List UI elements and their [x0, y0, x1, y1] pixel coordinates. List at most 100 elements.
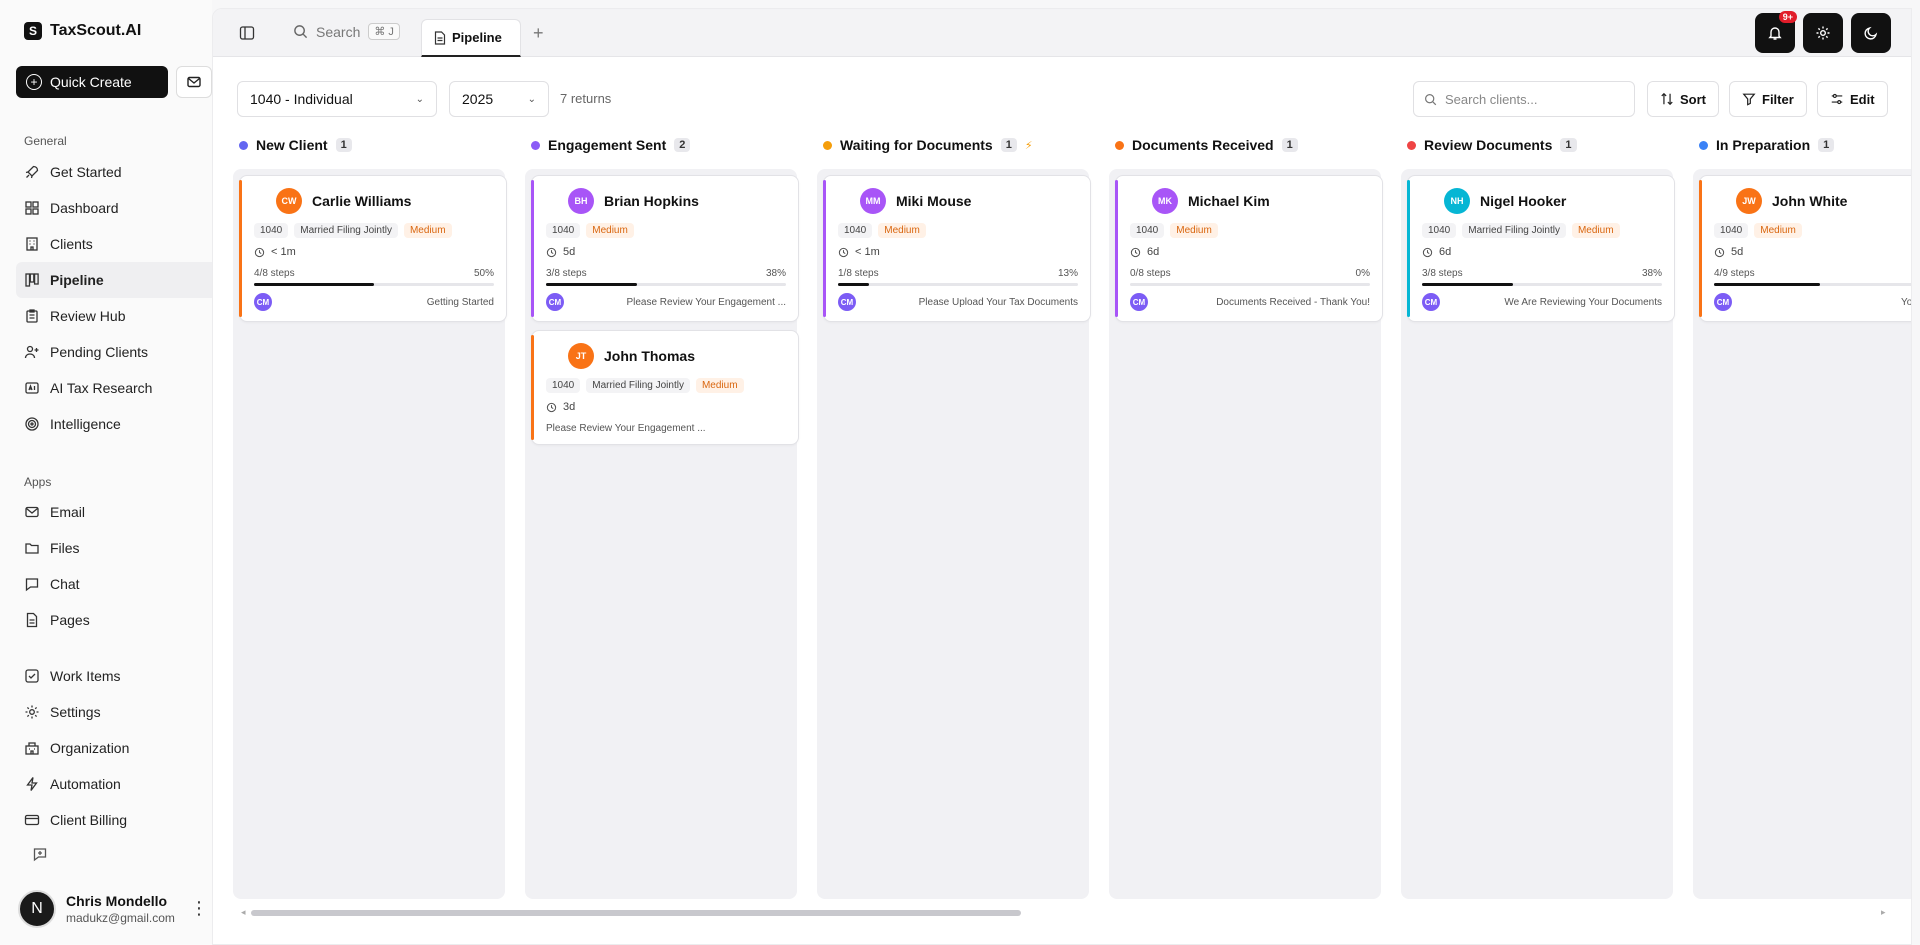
column-header[interactable]: Engagement Sent 2 [525, 133, 797, 157]
year-value: 2025 [462, 91, 494, 107]
column-header[interactable]: Documents Received 1 [1109, 133, 1381, 157]
user-email: madukz@gmail.com [66, 911, 175, 925]
column-count: 1 [1000, 138, 1017, 152]
sidebar-item-chat[interactable]: Chat [16, 566, 212, 602]
horizontal-scrollbar[interactable]: ◂ ▸ [241, 907, 1891, 919]
client-name: Carlie Williams [312, 193, 412, 209]
column-title: Engagement Sent [548, 137, 667, 153]
progress-fill [1422, 283, 1514, 286]
admin-nav: Work Items Settings Organization Automat… [16, 658, 212, 838]
priority-badge: Medium [1170, 223, 1218, 238]
sidebar-toggle-icon[interactable] [239, 25, 255, 41]
sidebar-item-work-items[interactable]: Work Items [16, 658, 212, 694]
sidebar-item-automation[interactable]: Automation [16, 766, 212, 802]
client-card[interactable]: CW Carlie Williams 1040 Married Filing Jo… [239, 175, 507, 322]
client-card[interactable]: JT John Thomas 1040 Married Filing Jointl… [531, 330, 799, 445]
client-avatar: MK [1152, 188, 1178, 214]
sidebar-item-clients[interactable]: Clients [16, 226, 212, 262]
assignee-avatar[interactable]: CM [254, 293, 272, 311]
column-header[interactable]: Waiting for Documents 1 ⚡ [817, 133, 1089, 157]
document-icon [24, 612, 40, 628]
column-review-documents: Review Documents 1 NH Nigel Hooker 1040 M… [1401, 133, 1675, 903]
status-text: Please Review Your Engagement ... [546, 423, 706, 434]
sidebar-item-get-started[interactable]: Get Started [16, 154, 212, 190]
column-body: CW Carlie Williams 1040 Married Filing Jo… [233, 169, 507, 899]
theme-toggle-button[interactable] [1851, 13, 1891, 53]
sidebar-item-intelligence[interactable]: Intelligence [16, 406, 212, 442]
filter-button[interactable]: Filter [1729, 81, 1807, 117]
scroll-right-icon[interactable]: ▸ [1881, 907, 1886, 918]
client-card[interactable]: MK Michael Kim 1040 Medium 6d 0/8 steps … [1115, 175, 1383, 322]
column-header[interactable]: New Client 1 [233, 133, 505, 157]
elapsed-time: 5d [1714, 246, 1911, 258]
more-vertical-icon[interactable]: ⋮ [190, 898, 208, 919]
search-clients-placeholder: Search clients... [1445, 91, 1538, 107]
priority-badge: Medium [878, 223, 926, 238]
global-search[interactable]: Search ⌘ J [293, 23, 400, 40]
client-card[interactable]: NH Nigel Hooker 1040 Married Filing Joint… [1407, 175, 1675, 322]
client-card[interactable]: BH Brian Hopkins 1040 Medium 5d 3/8 step… [531, 175, 799, 322]
user-plus-icon [24, 344, 40, 360]
chevron-down-icon: ⌄ [527, 93, 536, 105]
column-title: Documents Received [1132, 137, 1274, 153]
sidebar-item-files[interactable]: Files [16, 530, 212, 566]
assignee-avatar[interactable]: CM [1714, 293, 1732, 311]
client-name: Michael Kim [1188, 193, 1270, 209]
add-tab-button[interactable]: + [533, 23, 544, 44]
tab-pipeline[interactable]: Pipeline [421, 19, 521, 57]
assignee-avatar[interactable]: CM [1130, 293, 1148, 311]
sidebar-item-email[interactable]: Email [16, 494, 212, 530]
feedback-icon[interactable] [32, 846, 48, 862]
column-title: In Preparation [1716, 137, 1811, 153]
form-type-value: 1040 - Individual [250, 91, 353, 107]
building-icon [24, 236, 40, 252]
edit-button[interactable]: Edit [1817, 81, 1888, 117]
sidebar-item-pipeline[interactable]: Pipeline [16, 262, 212, 298]
assignee-avatar[interactable]: CM [838, 293, 856, 311]
scrollbar-thumb[interactable] [251, 910, 1021, 916]
status-text: Please Upload Your Tax Documents [918, 296, 1078, 308]
scroll-left-icon[interactable]: ◂ [241, 907, 246, 918]
sort-button[interactable]: Sort [1647, 81, 1719, 117]
inbox-button[interactable] [176, 66, 212, 98]
clock-icon [838, 247, 849, 257]
client-avatar: MM [860, 188, 886, 214]
notifications-button[interactable]: 9+ [1755, 11, 1797, 53]
sidebar-item-organization[interactable]: Organization [16, 730, 212, 766]
sidebar-item-label: Work Items [50, 668, 121, 684]
sidebar-item-settings[interactable]: Settings [16, 694, 212, 730]
sidebar-item-ai-tax-research[interactable]: AI Tax Research [16, 370, 212, 406]
priority-badge: Medium [1754, 223, 1802, 238]
column-header[interactable]: In Preparation 1 [1693, 133, 1911, 157]
card-tags: 1040 Medium [546, 223, 786, 238]
sidebar-item-pages[interactable]: Pages [16, 602, 212, 638]
user-profile[interactable]: N Chris Mondello madukz@gmail.com [18, 890, 175, 928]
column-header[interactable]: Review Documents 1 [1401, 133, 1673, 157]
sidebar-item-label: Get Started [50, 164, 122, 180]
quick-create-button[interactable]: + Quick Create [16, 66, 168, 98]
app-logo[interactable]: S TaxScout.AI [24, 22, 141, 40]
card-tags: 1040 Medium [1130, 223, 1370, 238]
assignee-avatar[interactable]: CM [1422, 293, 1440, 311]
clock-icon [1130, 247, 1141, 257]
card-header: CW Carlie Williams [254, 188, 494, 214]
search-label: Search [316, 23, 361, 40]
clipboard-icon [24, 308, 40, 324]
sidebar-item-review-hub[interactable]: Review Hub [16, 298, 212, 334]
sidebar-item-dashboard[interactable]: Dashboard [16, 190, 212, 226]
form-type-select[interactable]: 1040 - Individual ⌄ [237, 81, 437, 117]
client-card[interactable]: JW John White 1040 Medium 5d 4/9 steps 4… [1699, 175, 1912, 322]
steps-count: 3/8 steps [546, 268, 587, 279]
search-clients-input[interactable]: Search clients... [1413, 81, 1635, 117]
sidebar-item-pending-clients[interactable]: Pending Clients [16, 334, 212, 370]
column-body: NH Nigel Hooker 1040 Married Filing Joint… [1401, 169, 1675, 899]
card-icon [24, 812, 40, 828]
sidebar-item-client-billing[interactable]: Client Billing [16, 802, 212, 838]
status-text: Your Return [1901, 296, 1912, 308]
card-footer: CM Please Review Your Engagement ... [546, 293, 786, 311]
column-count: 1 [1560, 138, 1577, 152]
year-select[interactable]: 2025 ⌄ [449, 81, 549, 117]
settings-button[interactable] [1803, 13, 1843, 53]
client-card[interactable]: MM Miki Mouse 1040 Medium < 1m 1/8 steps… [823, 175, 1091, 322]
assignee-avatar[interactable]: CM [546, 293, 564, 311]
